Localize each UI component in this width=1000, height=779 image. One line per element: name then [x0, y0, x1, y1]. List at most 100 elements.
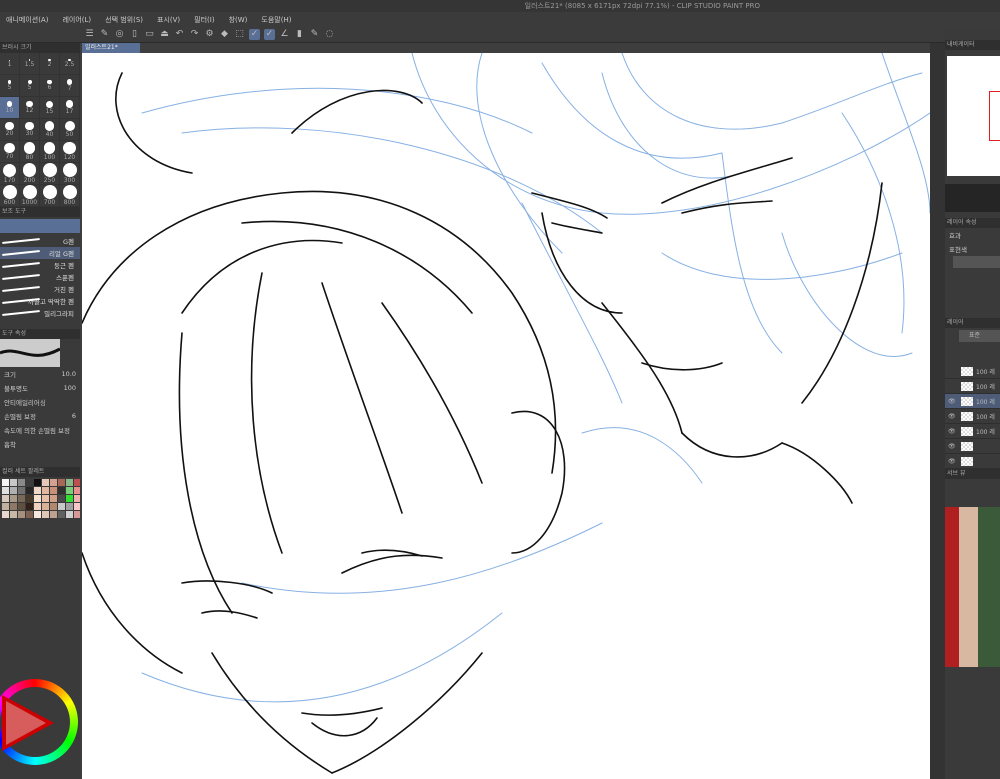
brush-item[interactable]: 스푼펜: [0, 271, 80, 283]
color-swatch[interactable]: [2, 479, 9, 486]
color-swatch[interactable]: [18, 479, 25, 486]
brush-size-option[interactable]: 10: [0, 97, 20, 119]
color-swatch[interactable]: [66, 487, 73, 494]
layer-row[interactable]: 👁: [945, 454, 1000, 469]
pen-icon[interactable]: ✎: [99, 29, 110, 40]
brush-size-option[interactable]: 80: [20, 141, 40, 163]
color-swatch[interactable]: [42, 479, 49, 486]
brush-size-option[interactable]: 17: [60, 97, 80, 119]
sub-tool-group[interactable]: [0, 219, 80, 233]
brush-size-option[interactable]: 12: [20, 97, 40, 119]
color-swatch[interactable]: [2, 487, 9, 494]
eye-icon[interactable]: 👁: [948, 458, 958, 465]
color-swatch[interactable]: [26, 503, 33, 510]
brush-size-option[interactable]: 7: [60, 75, 80, 97]
eye-icon[interactable]: 👁: [948, 398, 958, 405]
color-swatch[interactable]: [10, 487, 17, 494]
tool-property-row[interactable]: 속도에 의한 손떨림 보정: [0, 423, 80, 437]
brush-size-option[interactable]: 50: [60, 119, 80, 141]
brush-size-option[interactable]: 30: [20, 119, 40, 141]
color-swatch[interactable]: [66, 495, 73, 502]
brush-size-option[interactable]: 5: [20, 75, 40, 97]
color-swatch[interactable]: [10, 495, 17, 502]
eye-icon[interactable]: 👁: [948, 443, 958, 450]
color-swatch[interactable]: [26, 479, 33, 486]
layer-row[interactable]: 👁 100 레: [945, 409, 1000, 424]
tool-property-row[interactable]: 손떨림 보정 6: [0, 409, 80, 423]
menu-item[interactable]: 창(W): [229, 15, 248, 25]
circle-icon[interactable]: ◎: [114, 29, 125, 40]
layer-row[interactable]: 👁 100 레: [945, 394, 1000, 409]
phone-icon[interactable]: ▮: [294, 29, 305, 40]
color-swatch[interactable]: [10, 503, 17, 510]
eye-icon[interactable]: 👁: [948, 413, 958, 420]
brush-size-option[interactable]: 120: [60, 141, 80, 163]
redo-icon[interactable]: ↷: [189, 29, 200, 40]
layer-row[interactable]: 100 레: [945, 379, 1000, 394]
color-swatch[interactable]: [2, 511, 9, 518]
menu-item[interactable]: 도움말(H): [261, 15, 291, 25]
brush-size-option[interactable]: 15: [40, 97, 60, 119]
blend-mode-select[interactable]: 표준: [959, 330, 1000, 342]
brush-size-option[interactable]: 1: [0, 53, 20, 75]
brush-size-option[interactable]: 1000: [20, 185, 40, 207]
lasso-icon[interactable]: ◌: [324, 29, 335, 40]
color-swatch[interactable]: [58, 495, 65, 502]
color-swatch[interactable]: [42, 495, 49, 502]
open-icon[interactable]: ▭: [144, 29, 155, 40]
color-swatch[interactable]: [18, 487, 25, 494]
color-swatch[interactable]: [50, 487, 57, 494]
brush-item[interactable]: 까끌고 딱딱한 펜: [0, 295, 80, 307]
undo-icon[interactable]: ↶: [174, 29, 185, 40]
color-swatch[interactable]: [58, 487, 65, 494]
color-swatch[interactable]: [34, 487, 41, 494]
color-swatch[interactable]: [34, 495, 41, 502]
color-swatch[interactable]: [2, 495, 9, 502]
navigator-preview[interactable]: [947, 56, 1000, 176]
vertical-scrollbar[interactable]: [930, 43, 945, 779]
brush-size-option[interactable]: 5: [0, 75, 20, 97]
color-swatch[interactable]: [26, 511, 33, 518]
color-swatch[interactable]: [18, 503, 25, 510]
check-icon[interactable]: ✓: [264, 29, 275, 40]
color-swatch[interactable]: [34, 479, 41, 486]
transform-icon[interactable]: ⬚: [234, 29, 245, 40]
color-wheel[interactable]: [0, 679, 78, 765]
brush-size-option[interactable]: 600: [0, 185, 20, 207]
color-swatch[interactable]: [10, 511, 17, 518]
navigator-controls[interactable]: [945, 184, 1000, 212]
color-swatch[interactable]: [58, 503, 65, 510]
brush-item[interactable]: 리얼 G펜: [0, 247, 80, 259]
brush-size-option[interactable]: 700: [40, 185, 60, 207]
layer-row[interactable]: 100 레: [945, 364, 1000, 379]
tool-property-row[interactable]: 흡착: [0, 437, 80, 451]
menu-item[interactable]: 선택 범위(S): [105, 15, 143, 25]
brush-item[interactable]: G펜: [0, 235, 80, 247]
brush-size-option[interactable]: 200: [20, 163, 40, 185]
color-swatch[interactable]: [42, 503, 49, 510]
color-mode-button[interactable]: [953, 256, 1000, 268]
menu-item[interactable]: 애니메이션(A): [6, 15, 48, 25]
layer-row[interactable]: 👁: [945, 439, 1000, 454]
brush-size-option[interactable]: 250: [40, 163, 60, 185]
color-swatch[interactable]: [66, 479, 73, 486]
tool-property-row[interactable]: 안티에일리어싱: [0, 395, 80, 409]
document-tab[interactable]: 일러스트21*: [82, 43, 140, 53]
property-value[interactable]: 10.0: [62, 370, 76, 378]
color-swatch[interactable]: [42, 487, 49, 494]
color-swatch[interactable]: [66, 503, 73, 510]
brush-item[interactable]: 밀리그라피: [0, 307, 80, 319]
color-swatch[interactable]: [26, 487, 33, 494]
color-swatch[interactable]: [18, 511, 25, 518]
color-swatch[interactable]: [34, 511, 41, 518]
brush-size-option[interactable]: 2: [40, 53, 60, 75]
color-swatch[interactable]: [58, 479, 65, 486]
color-swatch[interactable]: [58, 511, 65, 518]
pen-icon[interactable]: ✎: [309, 29, 320, 40]
property-value[interactable]: 6: [72, 412, 76, 420]
tool-property-row[interactable]: 불투명도 100: [0, 381, 80, 395]
brush-size-option[interactable]: 40: [40, 119, 60, 141]
property-value[interactable]: 100: [64, 384, 76, 392]
tool-property-row[interactable]: 크기 10.0: [0, 367, 80, 381]
brush-size-option[interactable]: 1.5: [20, 53, 40, 75]
